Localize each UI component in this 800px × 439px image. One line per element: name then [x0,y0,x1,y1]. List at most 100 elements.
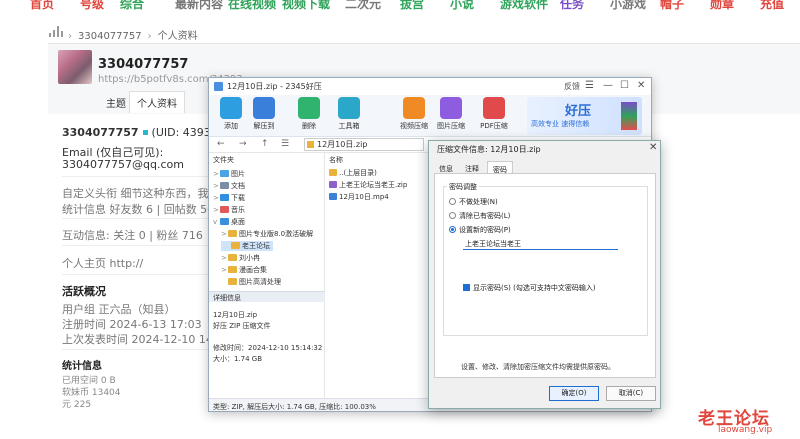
toolbar-button[interactable]: 解压到 [244,97,284,131]
avatar[interactable] [58,50,92,84]
folder-item[interactable]: > 下载 [213,193,245,203]
folder-item[interactable]: v 桌面 [213,217,245,227]
name-column-header[interactable]: 名称 [329,155,343,165]
maximize-button[interactable]: ☐ [620,80,629,91]
folder-tree: 文件夹 > 图片 > 文档 > 下载 > 音乐 v 桌面 > 图片专业版8.0激活破解 老王论坛 > 刘小冉… [209,153,325,403]
zip-app-icon [214,82,223,91]
view-button[interactable]: ☰ [281,139,289,149]
folder-label: 文档 [231,182,245,190]
folder-icon [220,206,229,213]
toolbar-icon [220,97,242,119]
folder-item[interactable]: > 刘小冉 [221,253,260,263]
tab-threads[interactable]: 主题 [106,95,126,110]
expand-icon[interactable]: > [213,206,220,214]
path-field[interactable]: 12月10日.zip [304,138,424,151]
nav-item[interactable]: 首页 [30,0,54,12]
watermark-url: laowang.vip [718,425,773,435]
toolbar-button[interactable]: 删除 [289,97,329,131]
nav-item[interactable]: 最新内容 [175,0,223,12]
nav-item[interactable]: 小说 [450,0,474,12]
nav-item[interactable]: 拔宫 [400,0,424,12]
expand-icon[interactable]: v [213,218,220,226]
ok-button[interactable]: 确定(O) [549,386,599,401]
folder-item[interactable]: > 图片专业版8.0激活破解 [221,229,313,239]
path-text: 12月10日.zip [317,140,368,149]
radio-label: 清除已有密码(L) [459,212,511,220]
zip-titlebar: 12月10日.zip - 2345好压 反馈 ☰ — ☐ ✕ [209,78,651,95]
nav-item[interactable]: 勋章 [710,0,734,12]
toolbar-label: 解压到 [253,122,275,130]
nav-item[interactable]: 号级 [80,0,104,12]
show-password-checkbox[interactable]: 显示密码(S) (勾选可支持中文密码输入) [463,283,596,293]
folder-item[interactable]: 老王论坛 [221,241,273,251]
nav-item[interactable]: 任务 [560,0,584,12]
feedback-button[interactable]: 反馈 [564,81,580,92]
forward-button[interactable]: → [239,139,247,149]
expand-icon[interactable]: > [213,194,220,202]
radio-icon [449,212,456,219]
email-value: 3304077757@qq.com [62,158,184,171]
expand-icon[interactable]: > [221,254,228,262]
minimize-button[interactable]: — [603,80,613,91]
toolbar-button[interactable]: 图片压缩 [431,97,471,131]
expand-icon[interactable]: > [221,266,228,274]
toolbar-icon [253,97,275,119]
nav-item[interactable]: 综合 [120,0,144,12]
toolbar-icon [298,97,320,119]
close-button[interactable]: ✕ [637,80,645,91]
folder-item[interactable]: 图片高清处理 [221,277,281,287]
detail-line: 好压 ZIP 压缩文件 [213,322,271,330]
breadcrumb-separator: › [68,31,72,42]
nav-item[interactable]: 帽子 [660,0,684,12]
radio-set-password[interactable]: 设置新的密码(P) [449,225,511,235]
nav-item[interactable]: 游戏软件 [500,0,548,12]
folder-icon [220,182,229,189]
breadcrumb-page[interactable]: 个人资料 [158,31,198,42]
folder-icon [228,278,237,285]
up-button[interactable]: ↑ [261,139,269,149]
detail-line: 修改时间：2024-12-10 15:14:32 [213,344,323,352]
folder-item[interactable]: > 漫画合集 [221,265,267,275]
toolbar-button[interactable]: PDF压缩 [474,97,514,131]
toolbar-button[interactable]: 工具箱 [329,97,369,131]
radio-no-change[interactable]: 不做处理(N) [449,197,498,207]
folder-label: 图片 [231,170,245,178]
nav-item[interactable]: 在线视频 [228,0,276,12]
nav-item[interactable]: 二次元 [345,0,381,12]
toolbar-label: 删除 [302,122,316,130]
folder-item[interactable]: > 音乐 [213,205,245,215]
expand-icon[interactable]: > [221,230,228,238]
menu-icon[interactable]: ☰ [585,80,594,91]
interaction-line: 互动信息: 关注 0 | 粉丝 716 [62,229,203,242]
details-header[interactable]: 详细信息 [209,291,325,302]
file-row[interactable]: 12月10日.mp4 [329,192,389,202]
password-input[interactable]: 上老王论坛当老王 [463,236,618,250]
radio-icon [449,198,456,205]
tab-profile[interactable]: 个人资料 [129,91,185,113]
dialog-close-button[interactable]: ✕ [649,142,657,153]
folder-icon [220,218,229,225]
folder-label: 漫画合集 [239,266,267,274]
folder-item[interactable]: > 图片 [213,169,245,179]
radio-clear-password[interactable]: 清除已有密码(L) [449,211,510,221]
expand-icon[interactable]: > [213,170,220,178]
toolbar-button[interactable]: 视频压缩 [394,97,434,131]
expand-icon[interactable]: > [213,182,220,190]
nav-item[interactable]: 充值 [760,0,784,12]
back-button[interactable]: ← [217,139,225,149]
cancel-button[interactable]: 取消(C) [606,386,656,401]
toolbar-icon [483,97,505,119]
file-row[interactable]: ..(上层目录) [329,168,377,178]
breadcrumb-user[interactable]: 3304077757 [78,31,142,42]
folder-icon [228,266,237,273]
folder-item[interactable]: > 文档 [213,181,245,191]
yuan: 元 225 [62,400,92,410]
file-row[interactable]: 上老王论坛当老王.zip [329,180,407,190]
folder-label: 图片专业版8.0激活破解 [239,230,314,238]
profile-name: 3304077757 [98,57,189,72]
group-label: 密码调整 [447,182,479,192]
nav-item[interactable]: 视频下载 [282,0,330,12]
folder-label: 下载 [231,194,245,202]
nav-item[interactable]: 小游戏 [610,0,646,12]
toolbar-label: 视频压缩 [400,122,428,130]
